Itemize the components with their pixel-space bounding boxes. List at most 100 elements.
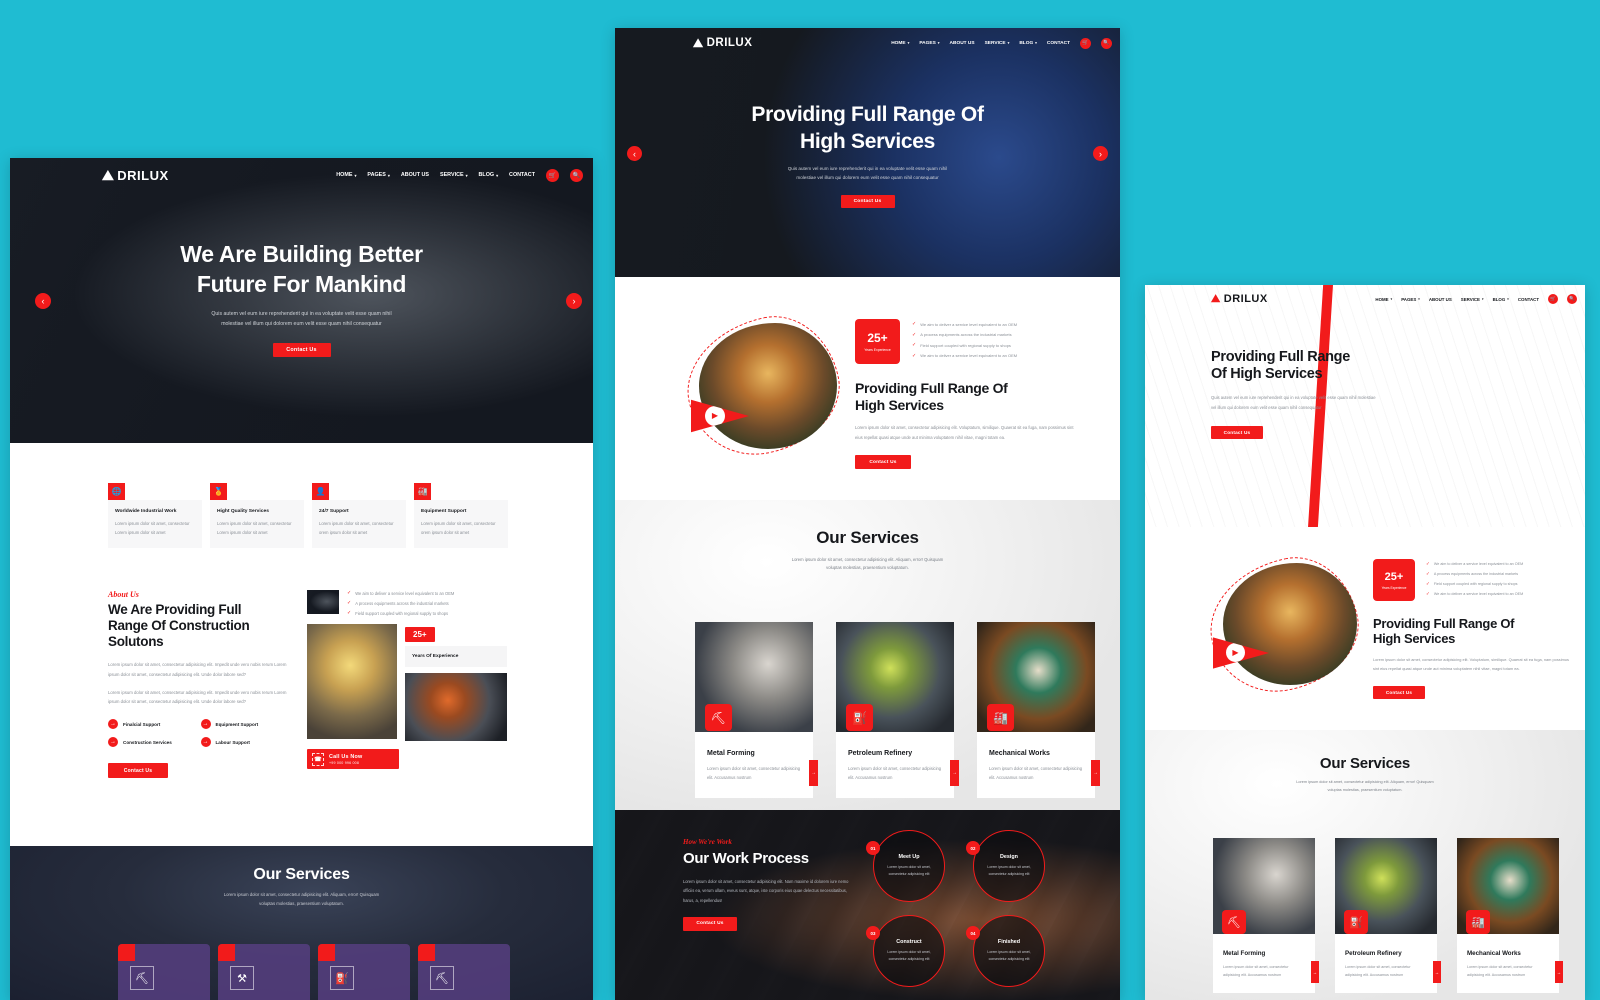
check-icon: ✓ (1426, 571, 1430, 576)
nav-item-contact[interactable]: CONTACT (1518, 297, 1539, 302)
petroleum-refinery-icon: ⛽ (1344, 910, 1368, 934)
hero-2-contact-button[interactable]: Contact Us (840, 194, 895, 208)
nav-item-about-us[interactable]: ABOUT US (1429, 297, 1452, 302)
service-card-text: Lorem ipsum dolor sit amet, consectetur … (707, 766, 801, 780)
about-section-3: ▶ 25+ Years Experience ✓ We aim to deliv… (1145, 527, 1585, 730)
nav-item-home[interactable]: HOME ▾ (336, 172, 356, 178)
service-card-arrow[interactable]: → (1311, 961, 1319, 984)
support-agent-icon: 👤 (312, 483, 329, 500)
nav-item-service[interactable]: SERVICE ▾ (1461, 297, 1484, 302)
feature-card[interactable]: 🏅 Hight Quality Services Lorem ipsum dol… (210, 483, 304, 548)
process-step[interactable]: Construct Lorem ipsum dolor sit amet, co… (866, 915, 945, 987)
nav-item-contact[interactable]: CONTACT (509, 172, 535, 178)
about-3-contact-button[interactable]: Contact Us (1373, 685, 1425, 699)
search-icon[interactable]: 🔍 (1101, 37, 1112, 49)
nav-item-blog[interactable]: BLOG ▾ (479, 172, 499, 178)
logo-2[interactable]: ⛰ DRILUX (693, 37, 752, 49)
cart-icon[interactable]: 🛒 (546, 168, 559, 182)
process-step-number: 01 (866, 841, 880, 855)
feature-card[interactable]: 🌐 Worldwide Industrial Work Lorem ipsum … (108, 483, 202, 548)
about-check-item: ✓ A process equipments across the indust… (912, 331, 1012, 338)
search-icon[interactable]: 🔍 (1567, 294, 1577, 304)
feature-card[interactable]: 👤 24/7 Support Lorem ipsum dolor sit ame… (312, 483, 406, 548)
nav-item-pages[interactable]: PAGES ▾ (919, 41, 939, 46)
experience-badge-3: 25+ Years Experience (1373, 559, 1415, 601)
process-step[interactable]: Design Lorem ipsum dolor sit amet, conse… (966, 830, 1045, 902)
feature-title: Hight Quality Services (217, 509, 269, 514)
service-card-arrow[interactable]: → (809, 760, 818, 786)
about-bullet[interactable]: → Finalcial Support (108, 719, 201, 730)
hero-1-contact-button[interactable]: Contact Us (272, 342, 331, 357)
service-card-arrow[interactable]: → (1555, 961, 1563, 984)
process-step[interactable]: Finished Lorem ipsum dolor sit amet, con… (966, 915, 1045, 987)
about-1-paragraph-1: Lorem ipsum dolor sit amet, consectetur … (108, 661, 287, 677)
feature-text: Lorem ipsum dolor sit amet, consectetur … (115, 521, 190, 535)
service-card-arrow[interactable]: → (1091, 760, 1100, 786)
service-card[interactable]: ⛽ Petroleum Refinery Lorem ipsum dolor s… (1335, 838, 1441, 994)
service-card[interactable]: ⛽ (318, 944, 410, 1000)
process-contact-button[interactable]: Contact Us (683, 916, 737, 931)
service-card[interactable]: ⛏ (118, 944, 210, 1000)
nav-item-home[interactable]: HOME ▾ (891, 41, 909, 46)
about-2-contact-button[interactable]: Contact Us (855, 455, 911, 470)
chevron-down-icon: ▾ (1507, 297, 1509, 301)
service-card[interactable]: 🏭 Mechanical Works Lorem ipsum dolor sit… (1457, 838, 1563, 994)
experience-badge-2: 25+ Years Experience (855, 319, 900, 364)
service-card[interactable]: ⛏ Metal Forming Lorem ipsum dolor sit am… (695, 622, 818, 798)
logo-1[interactable]: ⛰ DRILUX (102, 168, 169, 183)
service-card-title: Petroleum Refinery (1345, 950, 1402, 957)
logo-3[interactable]: ⛰ DRILUX (1211, 293, 1268, 305)
nav-item-contact[interactable]: CONTACT (1047, 41, 1070, 46)
cart-icon[interactable]: 🛒 (1080, 37, 1091, 49)
search-icon[interactable]: 🔍 (570, 168, 583, 182)
hero-1-paragraph-line1: Quis autem vel eum iure reprehenderit qu… (211, 310, 392, 317)
feature-card[interactable]: 🏭 Equipment Support Lorem ipsum dolor si… (414, 483, 508, 548)
nav-item-about-us[interactable]: ABOUT US (950, 41, 975, 46)
about-2-title-line1: Providing Full Range Of (855, 380, 1008, 396)
check-icon: ✓ (912, 352, 917, 359)
services-2-title: Our Services (816, 528, 919, 547)
feature-title: Worldwide Industrial Work (115, 509, 177, 514)
service-card[interactable]: ⛏ Metal Forming Lorem ipsum dolor sit am… (1213, 838, 1319, 994)
nav-item-service[interactable]: SERVICE ▾ (985, 41, 1010, 46)
cart-icon[interactable]: 🛒 (1548, 294, 1558, 304)
about-1-contact-button[interactable]: Contact Us (108, 763, 168, 779)
nav-item-home[interactable]: HOME ▾ (1375, 297, 1392, 302)
services-section-1: Our Services Lorem ipsum dolor sit amet,… (10, 846, 593, 1000)
hero-1-next-arrow[interactable]: › (566, 293, 582, 309)
hero-2-prev-arrow[interactable]: ‹ (627, 146, 642, 161)
phone-icon: ☎ (312, 752, 324, 766)
nav-item-pages[interactable]: PAGES ▾ (1401, 297, 1420, 302)
process-step[interactable]: Meet Up Lorem ipsum dolor sit amet, cons… (866, 830, 945, 902)
service-card[interactable]: 🏭 Mechanical Works Lorem ipsum dolor sit… (977, 622, 1100, 798)
experience-label-3: Years Experience (1381, 585, 1407, 590)
service-card[interactable]: ⛏ (418, 944, 510, 1000)
card-corner-accent (118, 944, 135, 961)
service-card[interactable]: ⚒ (218, 944, 310, 1000)
hero-1-prev-arrow[interactable]: ‹ (35, 293, 51, 309)
about-1-thumb (307, 590, 339, 614)
about-bullet-label: Equipment Support (215, 721, 259, 727)
call-us-now-card[interactable]: ☎ Call Us Now +99 000 996 008 (307, 749, 399, 769)
process-title: Our Work Process (683, 850, 809, 867)
nav-item-blog[interactable]: BLOG ▾ (1019, 41, 1037, 46)
process-section-2: How We're Work Our Work Process Lorem ip… (615, 810, 1120, 1000)
feature-title: 24/7 Support (319, 509, 349, 514)
service-card-arrow[interactable]: → (950, 760, 959, 786)
nav-item-pages[interactable]: PAGES ▾ (367, 172, 389, 178)
hero-3-contact-button[interactable]: Contact Us (1211, 425, 1263, 439)
about-bullet[interactable]: → Construction Services (108, 737, 201, 748)
nav-item-blog[interactable]: BLOG ▾ (1493, 297, 1509, 302)
mechanical-works-icon: 🏭 (987, 704, 1014, 731)
hero-2-next-arrow[interactable]: › (1093, 146, 1108, 161)
service-card[interactable]: ⛽ Petroleum Refinery Lorem ipsum dolor s… (836, 622, 959, 798)
about-bullet[interactable]: → Equipment Support (200, 719, 294, 730)
service-card-arrow[interactable]: → (1433, 961, 1441, 984)
nav-item-service[interactable]: SERVICE ▾ (440, 172, 468, 178)
about-bullet[interactable]: → Labour Support (200, 737, 294, 748)
about-2-paragraph: Lorem ipsum dolor sit amet, consectetur … (855, 425, 1074, 440)
check-icon: ✓ (912, 342, 917, 348)
nav-item-about-us[interactable]: ABOUT US (401, 172, 429, 178)
about-2-content: 25+ Years Experience ✓ We aim to deliver… (855, 319, 1080, 470)
about-3-content: 25+ Years Experience ✓ We aim to deliver… (1373, 559, 1573, 699)
